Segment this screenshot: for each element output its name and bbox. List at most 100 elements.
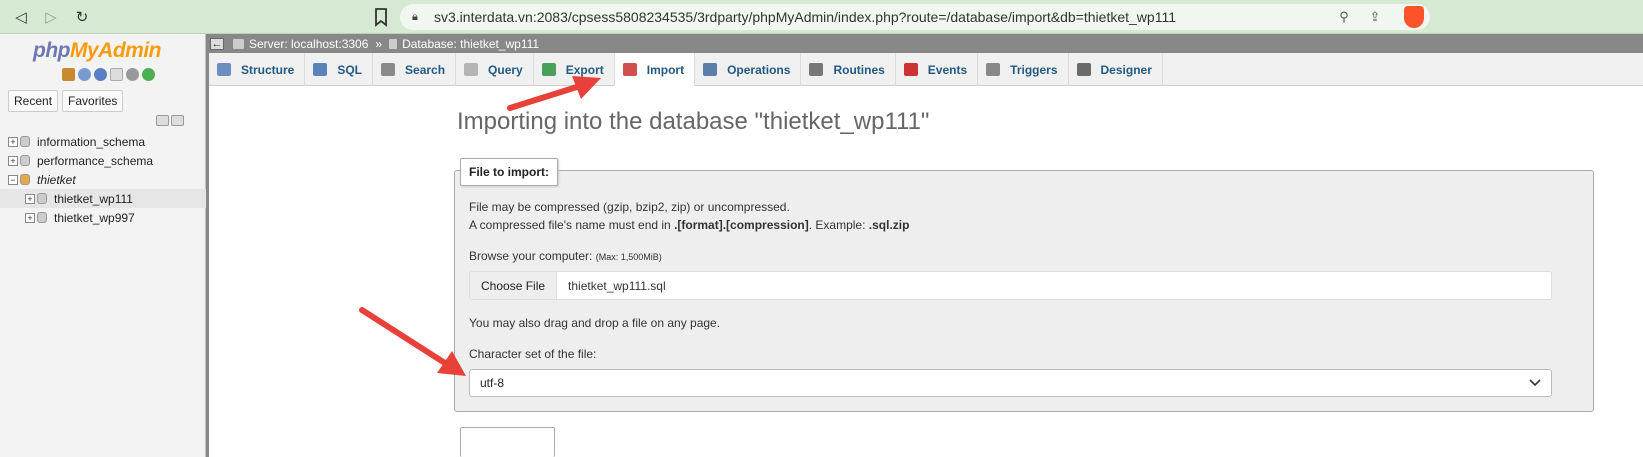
url-text: sv3.interdata.vn:2083/cpsess5808234535/3… [434, 9, 1176, 25]
fieldset-legend: File to import: [460, 158, 558, 186]
tab-query[interactable]: Query [456, 53, 534, 86]
tab-label: Import [646, 62, 685, 77]
breadcrumb-database[interactable]: Database: thietket_wp111 [402, 37, 539, 51]
favorites-button[interactable]: Favorites [62, 90, 124, 112]
breadcrumb-separator: » [375, 36, 383, 51]
collapse-icon[interactable]: − [8, 174, 18, 185]
db-name[interactable]: performance_schema [37, 154, 153, 168]
tab-label: Events [927, 62, 968, 77]
structure-icon [217, 63, 231, 76]
breadcrumb: ← Server: localhost:3306 » Database: thi… [209, 34, 1643, 53]
reload-icon[interactable]: ↻ [71, 6, 93, 28]
server-icon [233, 38, 244, 49]
tab-operations[interactable]: Operations [695, 53, 802, 86]
tab-label: Search [405, 62, 446, 77]
db-item-information-schema[interactable]: + information_schema [0, 132, 206, 151]
expand-icon[interactable]: + [25, 212, 35, 223]
tab-search[interactable]: Search [373, 53, 457, 86]
choose-file-button[interactable]: Choose File [470, 272, 558, 299]
query-icon [464, 63, 479, 76]
db-name[interactable]: information_schema [37, 135, 145, 149]
forward-icon[interactable]: ▷ [40, 6, 62, 28]
tab-designer[interactable]: Designer [1069, 53, 1163, 86]
compression-note: File may be compressed (gzip, bzip2, zip… [469, 200, 790, 214]
reload-nav-icon[interactable] [142, 68, 155, 81]
database-icon [20, 136, 30, 147]
database-icon [20, 155, 30, 166]
zoom-icon[interactable]: ⚲ [1335, 8, 1353, 26]
export-icon [541, 63, 556, 76]
address-bar[interactable]: 🔒︎ sv3.interdata.vn:2083/cpsess580823453… [400, 4, 1430, 30]
hide-nav-icon[interactable]: ← [210, 37, 224, 50]
tab-import[interactable]: Import [614, 53, 696, 86]
arrow-to-charset-select [359, 307, 466, 376]
triggers-icon [986, 63, 1001, 76]
drag-drop-note: You may also drag and drop a file on any… [469, 316, 721, 330]
tab-label: Routines [833, 62, 885, 77]
search-icon [381, 63, 396, 76]
tab-triggers[interactable]: Triggers [978, 53, 1069, 86]
database-tree: + information_schema + performance_schem… [0, 132, 206, 227]
browser-toolbar: ◁ ▷ ↻ 🔒︎ sv3.interdata.vn:2083/cpsess580… [0, 0, 1643, 34]
operations-icon [703, 63, 718, 76]
expand-icon[interactable]: + [8, 155, 18, 166]
bookmark-icon[interactable] [372, 7, 390, 27]
tab-events[interactable]: Events [896, 53, 979, 86]
expand-icon[interactable]: + [8, 136, 18, 147]
link-icon[interactable] [171, 115, 184, 126]
db-item-thietket-wp111[interactable]: + thietket_wp111 [0, 189, 206, 208]
panel-splitter[interactable] [206, 34, 209, 457]
navigation-panel: phpMyAdmin Recent Favorites + informatio… [0, 34, 206, 457]
db-name[interactable]: thietket_wp111 [54, 192, 133, 206]
phpmyadmin-logo[interactable]: phpMyAdmin [33, 39, 161, 63]
charset-label: Character set of the file: [469, 347, 597, 361]
selected-file-name: thietket_wp111.sql [568, 278, 666, 293]
back-icon[interactable]: ◁ [10, 6, 32, 28]
database-icon [37, 193, 47, 204]
brave-shield-icon[interactable] [1404, 6, 1424, 28]
share-icon[interactable]: ⇪ [1366, 8, 1384, 26]
tab-routines[interactable]: Routines [801, 53, 896, 86]
charset-selected-value: utf-8 [480, 376, 505, 390]
routines-icon [809, 63, 824, 76]
help-icon[interactable] [94, 68, 107, 81]
expand-icon[interactable]: + [25, 193, 35, 204]
recent-button[interactable]: Recent [8, 90, 59, 112]
events-icon [903, 63, 918, 76]
db-group-name[interactable]: thietket [37, 173, 76, 187]
quick-icons [62, 68, 155, 81]
tab-label: Operations [727, 62, 791, 77]
next-fieldset-legend [460, 427, 555, 457]
tab-label: Triggers [1010, 62, 1058, 77]
tab-sql[interactable]: SQL [305, 53, 374, 86]
db-item-performance-schema[interactable]: + performance_schema [0, 151, 206, 170]
docs-icon[interactable] [110, 68, 123, 81]
tab-label: Query [488, 62, 523, 77]
tab-label: SQL [337, 62, 363, 77]
collapse-all-icon[interactable] [156, 115, 169, 126]
tab-structure[interactable]: Structure [209, 53, 306, 86]
breadcrumb-server[interactable]: Server: localhost:3306 [249, 37, 368, 51]
file-input[interactable]: Choose File thietket_wp111.sql [469, 271, 1552, 300]
browse-label: Browse your computer: (Max: 1,500MiB) [469, 249, 662, 263]
max-size: (Max: 1,500MiB) [595, 252, 662, 262]
tab-label: Export [565, 62, 604, 77]
top-menu-tabs: Structure SQL Search Query Export Import Opera… [209, 53, 1643, 86]
database-icon [389, 38, 398, 49]
home-icon[interactable] [62, 68, 75, 81]
import-icon [622, 63, 637, 76]
tab-export[interactable]: Export [534, 53, 615, 86]
logout-icon[interactable] [78, 68, 91, 81]
lock-icon: 🔒︎ [412, 10, 418, 23]
page-title: Importing into the database "thietket_wp… [457, 108, 930, 135]
compression-format-note: A compressed file's name must end in .[f… [469, 218, 910, 232]
tab-label: Structure [241, 62, 295, 77]
db-item-thietket-wp997[interactable]: + thietket_wp997 [0, 208, 206, 227]
nav-tabs: Recent Favorites [8, 90, 124, 112]
database-group-icon [20, 174, 30, 185]
settings-icon[interactable] [126, 68, 139, 81]
db-name[interactable]: thietket_wp997 [54, 211, 135, 225]
db-group-thietket[interactable]: − thietket [0, 170, 206, 189]
tab-label: Designer [1100, 62, 1152, 77]
charset-select[interactable]: utf-8 [469, 369, 1552, 397]
